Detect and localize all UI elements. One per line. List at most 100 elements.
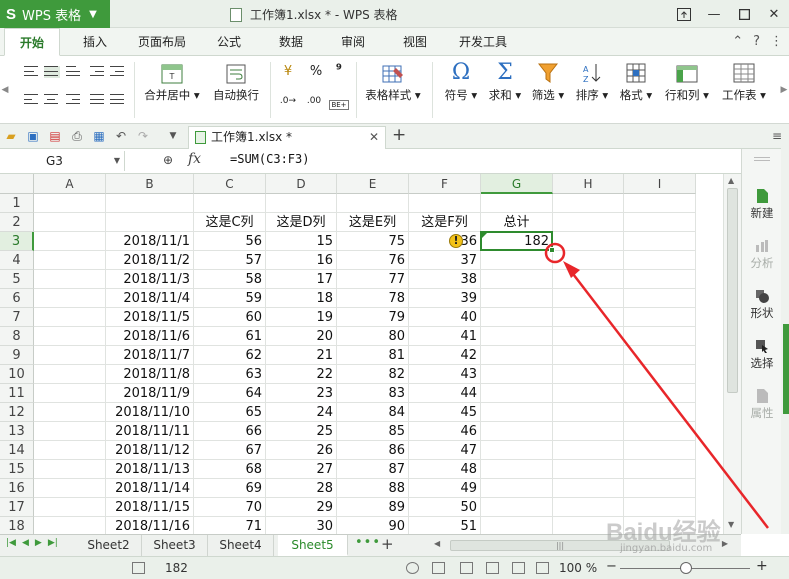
merge-center-button[interactable]: T 合并居中 ▾	[140, 64, 204, 103]
maximize-button[interactable]	[729, 0, 759, 28]
cell[interactable]	[34, 517, 106, 534]
zoom-in-icon[interactable]: +	[756, 558, 768, 574]
help-icon[interactable]: ?	[753, 34, 760, 49]
value-cell-e[interactable]: 88	[337, 479, 409, 498]
value-cell-d[interactable]: 15	[266, 232, 337, 251]
row-header-16[interactable]: 16	[0, 479, 34, 498]
cell[interactable]	[553, 441, 624, 460]
cell[interactable]	[481, 422, 553, 441]
cell[interactable]	[266, 194, 337, 213]
sheet-tab-sheet3[interactable]: Sheet3	[142, 535, 208, 556]
value-cell-f[interactable]: 47	[409, 441, 481, 460]
row-header-5[interactable]: 5	[0, 270, 34, 289]
cell[interactable]	[624, 479, 696, 498]
ribbon-scroll-right-icon[interactable]: ▶	[779, 56, 789, 124]
warning-icon[interactable]: !	[449, 234, 463, 248]
last-sheet-icon[interactable]: ▶|	[48, 538, 58, 548]
symbol-button[interactable]: Ω 符号 ▾	[440, 62, 482, 103]
cell[interactable]	[337, 194, 409, 213]
number-format-button[interactable]: BE+	[328, 96, 350, 110]
cell[interactable]	[481, 289, 553, 308]
cell[interactable]	[34, 365, 106, 384]
value-cell-e[interactable]: 85	[337, 422, 409, 441]
cell[interactable]	[34, 327, 106, 346]
cell[interactable]	[34, 346, 106, 365]
align-bottom-button[interactable]	[66, 66, 82, 78]
cell[interactable]	[34, 289, 106, 308]
row-header-13[interactable]: 13	[0, 422, 34, 441]
tab-formulas[interactable]: 公式	[206, 28, 252, 56]
value-cell-f[interactable]: 40	[409, 308, 481, 327]
close-tab-icon[interactable]: ✕	[369, 127, 379, 148]
cell[interactable]	[624, 251, 696, 270]
value-cell-e[interactable]: 81	[337, 346, 409, 365]
value-cell-f[interactable]: 46	[409, 422, 481, 441]
cell[interactable]	[481, 403, 553, 422]
reading-mode-icon[interactable]	[512, 562, 525, 574]
value-cell-c[interactable]: 61	[194, 327, 266, 346]
cell[interactable]	[553, 422, 624, 441]
value-cell-c[interactable]: 57	[194, 251, 266, 270]
value-cell-f[interactable]: 42	[409, 346, 481, 365]
cell[interactable]	[624, 460, 696, 479]
column-header-d[interactable]: D	[266, 174, 337, 194]
value-cell-e[interactable]: 78	[337, 289, 409, 308]
cell[interactable]	[481, 308, 553, 327]
tab-data[interactable]: 数据	[268, 28, 314, 56]
cell[interactable]	[481, 327, 553, 346]
date-cell[interactable]: 2018/11/3	[106, 270, 194, 289]
first-sheet-icon[interactable]: |◀	[6, 538, 16, 548]
decrease-decimal-button[interactable]: .00	[304, 96, 324, 106]
date-cell[interactable]: 2018/11/8	[106, 365, 194, 384]
cell[interactable]	[34, 479, 106, 498]
value-cell-d[interactable]: 29	[266, 498, 337, 517]
fx-icon[interactable]: fx	[188, 151, 201, 167]
value-cell-e[interactable]: 89	[337, 498, 409, 517]
print-preview-icon[interactable]: ▦	[92, 129, 106, 143]
value-cell-f[interactable]: 43	[409, 365, 481, 384]
value-cell-e[interactable]: 75	[337, 232, 409, 251]
value-cell-c[interactable]: 59	[194, 289, 266, 308]
value-cell-c[interactable]: 64	[194, 384, 266, 403]
auto-wrap-button[interactable]: 自动换行	[208, 64, 264, 103]
value-cell-c[interactable]: 66	[194, 422, 266, 441]
zoom-slider-handle[interactable]	[680, 562, 692, 574]
value-cell-d[interactable]: 22	[266, 365, 337, 384]
vertical-scroll-thumb[interactable]	[727, 188, 738, 393]
cell[interactable]	[481, 441, 553, 460]
cell[interactable]	[624, 441, 696, 460]
sheet-tab-sheet4[interactable]: Sheet4	[208, 535, 274, 556]
cell[interactable]	[624, 289, 696, 308]
column-header-c[interactable]: C	[194, 174, 266, 194]
value-cell-f[interactable]: 39	[409, 289, 481, 308]
increase-decimal-button[interactable]: .0→	[278, 96, 298, 106]
cell[interactable]	[553, 289, 624, 308]
cell[interactable]	[553, 365, 624, 384]
value-cell-d[interactable]: 17	[266, 270, 337, 289]
date-cell[interactable]: 2018/11/7	[106, 346, 194, 365]
vertical-scrollbar[interactable]: ▲ ▼	[723, 174, 741, 534]
align-top-button[interactable]	[24, 66, 40, 78]
open-folder-icon[interactable]: ▰	[4, 129, 18, 143]
history-icon[interactable]	[406, 562, 419, 574]
scroll-down-icon[interactable]: ▼	[728, 520, 734, 529]
indent-increase-button[interactable]	[110, 66, 126, 78]
date-cell[interactable]: 2018/11/15	[106, 498, 194, 517]
cell[interactable]	[553, 327, 624, 346]
customize-toolbar-icon[interactable]: ▼	[166, 129, 180, 143]
scroll-left-icon[interactable]: ◀	[434, 539, 440, 548]
tab-home[interactable]: 开始	[4, 28, 60, 56]
side-shape-button[interactable]: 形状	[742, 289, 782, 321]
align-right-button[interactable]	[66, 94, 82, 106]
value-cell-d[interactable]: 28	[266, 479, 337, 498]
zoom-search-icon[interactable]: ⊕	[163, 153, 173, 167]
page-break-view-icon[interactable]	[486, 562, 499, 574]
cell[interactable]	[34, 213, 106, 232]
ribbon-scroll-left-icon[interactable]: ◀	[0, 56, 10, 124]
value-cell-d[interactable]: 27	[266, 460, 337, 479]
value-cell-c[interactable]: 69	[194, 479, 266, 498]
cell[interactable]	[481, 384, 553, 403]
column-header-e[interactable]: E	[337, 174, 409, 194]
value-cell-f[interactable]: 50	[409, 498, 481, 517]
cell[interactable]	[34, 194, 106, 213]
